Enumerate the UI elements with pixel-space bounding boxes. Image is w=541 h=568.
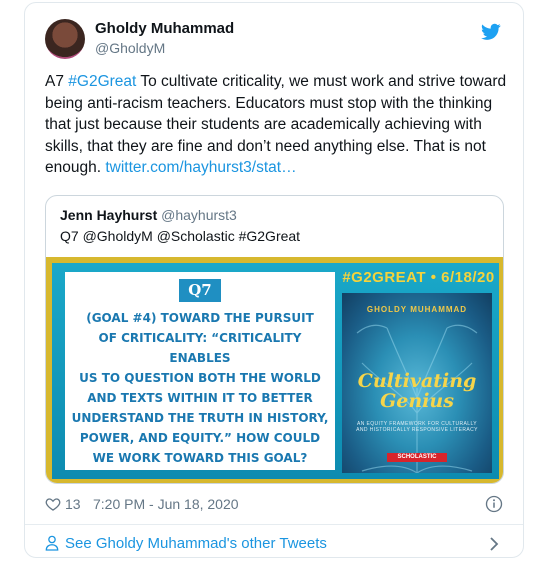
twitter-bird-icon[interactable] xyxy=(481,23,501,41)
question-line: UNDERSTAND THE TRUTH IN HISTORY, xyxy=(71,411,329,425)
book-title-line: Genius xyxy=(380,390,454,412)
image-hashtag-date: #G2GREAT • 6/18/20 xyxy=(342,269,495,286)
tweet-url-link[interactable]: twitter.com/hayhurst3/stat… xyxy=(105,159,296,176)
tweet-prefix: A7 xyxy=(45,73,69,90)
quoted-author-handle: @hayhurst3 xyxy=(161,207,237,223)
tweet-timestamp[interactable]: 7:20 PM - Jun 18, 2020 xyxy=(93,496,239,512)
quoted-author-name: Jenn Hayhurst xyxy=(60,207,158,223)
question-line: AND TEXTS WITHIN IT TO BETTER xyxy=(87,391,313,405)
heart-icon[interactable] xyxy=(45,496,61,512)
book-subtitle: AN EQUITY FRAMEWORK FOR CULTURALLY AND H… xyxy=(356,421,478,433)
see-other-tweets-link[interactable]: See Gholdy Muhammad's other Tweets xyxy=(45,533,503,555)
hashtag-link[interactable]: #G2Great xyxy=(68,73,136,90)
book-cover: GHOLDY MUHAMMAD Cultivating Genius AN EQ… xyxy=(342,293,492,473)
question-line: US TO QUESTION BOTH THE WORLD xyxy=(79,371,321,385)
publisher-logo: SCHOLASTIC xyxy=(387,453,447,462)
quoted-tweet[interactable]: Jenn Hayhurst @hayhurst3 Q7 @GholdyM @Sc… xyxy=(45,195,504,484)
image-blue-panel: Q7 (GOAL #4) TOWARD THE PURSUIT OF CRITI… xyxy=(52,263,499,479)
question-line: POWER, AND EQUITY.” HOW COULD xyxy=(79,431,321,445)
info-icon[interactable] xyxy=(485,495,503,513)
like-count[interactable]: 13 xyxy=(65,496,81,512)
chevron-right-icon[interactable] xyxy=(489,536,499,552)
quoted-tweet-header: Jenn Hayhurst @hayhurst3 xyxy=(60,207,237,223)
tweet-meta: 13 7:20 PM - Jun 18, 2020 xyxy=(45,495,503,515)
tweet-text: A7 #G2Great To cultivate criticality, we… xyxy=(45,71,507,179)
book-title: Cultivating Genius xyxy=(342,371,492,411)
quoted-tweet-image[interactable]: Q7 (GOAL #4) TOWARD THE PURSUIT OF CRITI… xyxy=(46,257,503,483)
person-icon xyxy=(45,535,59,551)
question-text: (GOAL #4) TOWARD THE PURSUIT OF CRITICAL… xyxy=(71,308,329,468)
question-line: WE WORK TOWARD THIS GOAL? xyxy=(92,451,308,465)
question-line: OF CRITICALITY: “CRITICALITY ENABLES xyxy=(98,331,302,365)
tweet-header: Gholdy Muhammad @GholdyM xyxy=(45,19,507,63)
author-handle[interactable]: @GholdyM xyxy=(95,40,165,56)
book-author: GHOLDY MUHAMMAD xyxy=(366,305,468,314)
quoted-tweet-text: Q7 @GholdyM @Scholastic #G2Great xyxy=(60,228,301,244)
question-box: Q7 (GOAL #4) TOWARD THE PURSUIT OF CRITI… xyxy=(65,272,335,470)
see-other-tweets-label[interactable]: See Gholdy Muhammad's other Tweets xyxy=(65,535,327,552)
author-name[interactable]: Gholdy Muhammad xyxy=(95,20,234,37)
question-line: (GOAL #4) TOWARD THE PURSUIT xyxy=(86,311,314,325)
divider xyxy=(25,524,523,525)
question-badge: Q7 xyxy=(179,279,221,302)
embedded-tweet-card: Gholdy Muhammad @GholdyM A7 #G2Great To … xyxy=(24,2,524,558)
avatar[interactable] xyxy=(45,19,85,59)
book-title-line: Cultivating xyxy=(357,370,477,392)
